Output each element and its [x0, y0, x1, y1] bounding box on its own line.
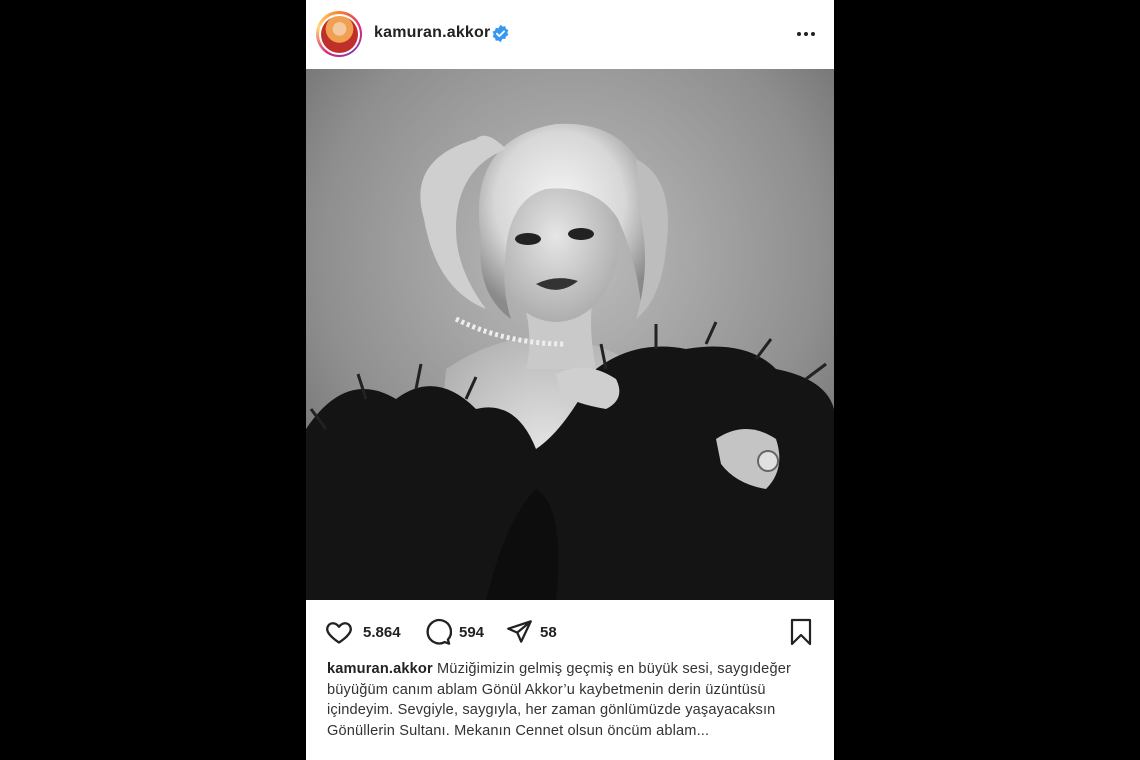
- caption-author[interactable]: kamuran.akkor: [327, 661, 433, 677]
- like-heart-icon[interactable]: [324, 618, 354, 646]
- avatar[interactable]: [316, 11, 362, 57]
- more-options-icon[interactable]: [794, 22, 818, 46]
- likes-count: 5.864: [363, 624, 401, 641]
- post-actions: 5.864 594 58: [306, 604, 834, 658]
- verified-badge-icon: [492, 24, 509, 43]
- comment-icon[interactable]: [424, 618, 452, 646]
- instagram-post: kamuran.akkor 5.864 594 58 kamuran.akkor…: [306, 0, 834, 760]
- avatar-image: [320, 15, 358, 53]
- comments-count: 594: [459, 624, 485, 641]
- username[interactable]: kamuran.akkor: [374, 24, 490, 42]
- post-caption: kamuran.akkor Müziğimizin gelmiş geçmiş …: [327, 659, 817, 741]
- save-bookmark-icon[interactable]: [789, 618, 813, 646]
- share-send-icon[interactable]: [506, 618, 533, 645]
- post-header: kamuran.akkor: [306, 0, 834, 68]
- shares-count: 58: [540, 624, 557, 641]
- post-photo[interactable]: [306, 69, 834, 600]
